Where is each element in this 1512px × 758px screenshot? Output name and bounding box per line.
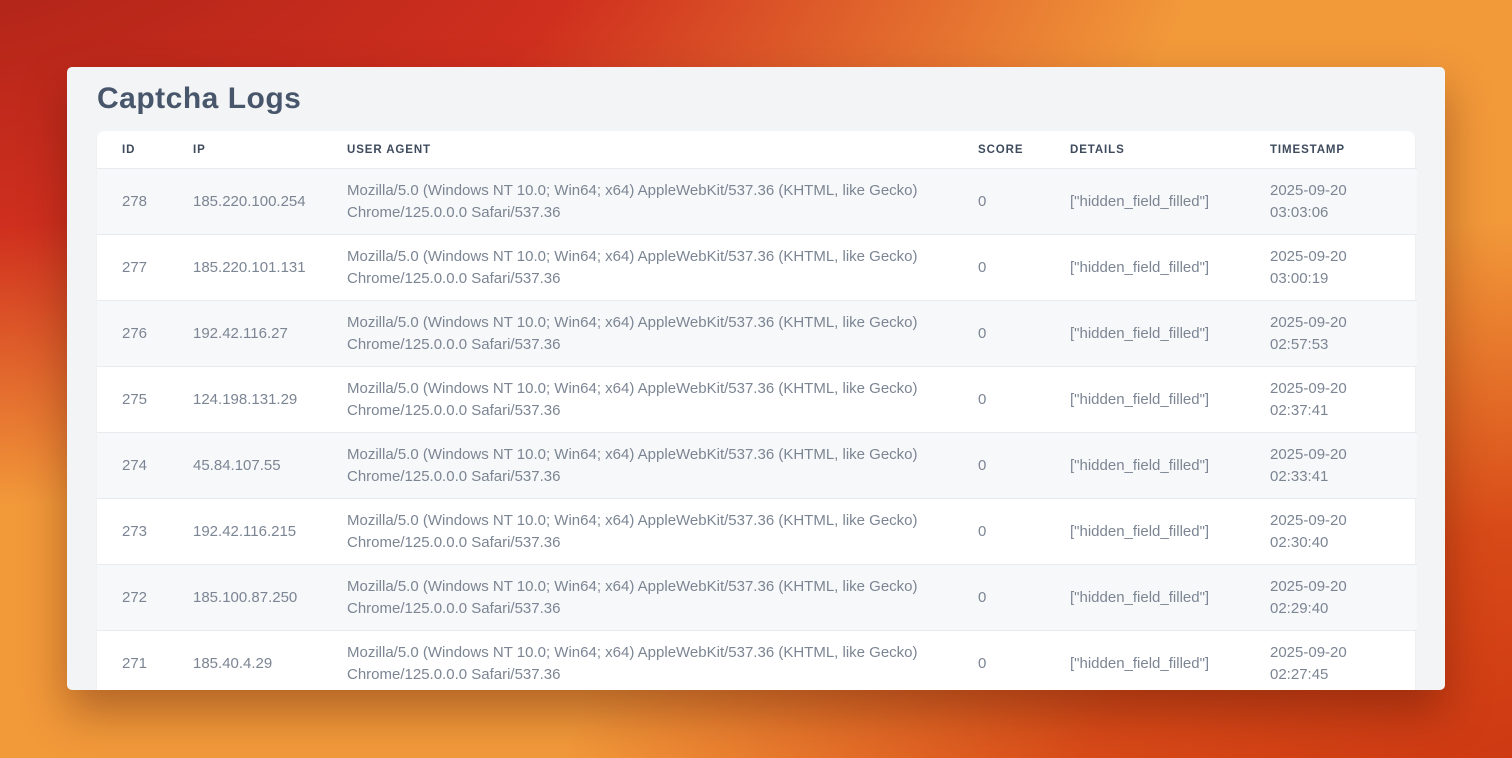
cell-details: ["hidden_field_filled"]	[1070, 499, 1270, 565]
cell-id: 272	[97, 565, 193, 631]
cell-ip: 45.84.107.55	[193, 433, 347, 499]
cell-details: ["hidden_field_filled"]	[1070, 301, 1270, 367]
table-row: 275 124.198.131.29 Mozilla/5.0 (Windows …	[97, 367, 1417, 433]
cell-id: 273	[97, 499, 193, 565]
cell-ip: 185.100.87.250	[193, 565, 347, 631]
cell-timestamp: 2025-09-20 03:03:06	[1270, 169, 1417, 235]
table-row: 278 185.220.100.254 Mozilla/5.0 (Windows…	[97, 169, 1417, 235]
table-row: 277 185.220.101.131 Mozilla/5.0 (Windows…	[97, 235, 1417, 301]
cell-user-agent: Mozilla/5.0 (Windows NT 10.0; Win64; x64…	[347, 499, 978, 565]
cell-details: ["hidden_field_filled"]	[1070, 169, 1270, 235]
cell-id: 276	[97, 301, 193, 367]
cell-score: 0	[978, 367, 1070, 433]
cell-timestamp: 2025-09-20 02:57:53	[1270, 301, 1417, 367]
cell-timestamp: 2025-09-20 02:33:41	[1270, 433, 1417, 499]
table-row: 271 185.40.4.29 Mozilla/5.0 (Windows NT …	[97, 631, 1417, 691]
cell-user-agent: Mozilla/5.0 (Windows NT 10.0; Win64; x64…	[347, 433, 978, 499]
cell-id: 278	[97, 169, 193, 235]
cell-user-agent: Mozilla/5.0 (Windows NT 10.0; Win64; x64…	[347, 301, 978, 367]
cell-ip: 185.220.101.131	[193, 235, 347, 301]
table-header: ID IP USER AGENT SCORE DETAILS TIMESTAMP	[97, 131, 1417, 169]
cell-user-agent: Mozilla/5.0 (Windows NT 10.0; Win64; x64…	[347, 367, 978, 433]
cell-id: 274	[97, 433, 193, 499]
column-header-details: DETAILS	[1070, 131, 1270, 169]
column-header-id: ID	[97, 131, 193, 169]
cell-details: ["hidden_field_filled"]	[1070, 367, 1270, 433]
cell-id: 275	[97, 367, 193, 433]
cell-ip: 192.42.116.215	[193, 499, 347, 565]
cell-timestamp: 2025-09-20 02:37:41	[1270, 367, 1417, 433]
cell-timestamp: 2025-09-20 02:30:40	[1270, 499, 1417, 565]
logs-table: ID IP USER AGENT SCORE DETAILS TIMESTAMP…	[97, 131, 1417, 690]
cell-score: 0	[978, 565, 1070, 631]
table-row: 274 45.84.107.55 Mozilla/5.0 (Windows NT…	[97, 433, 1417, 499]
column-header-ip: IP	[193, 131, 347, 169]
cell-score: 0	[978, 235, 1070, 301]
cell-score: 0	[978, 631, 1070, 691]
cell-timestamp: 2025-09-20 02:29:40	[1270, 565, 1417, 631]
cell-score: 0	[978, 433, 1070, 499]
captcha-logs-card: Captcha Logs ID IP USER AGENT SCORE DETA…	[67, 67, 1445, 690]
cell-user-agent: Mozilla/5.0 (Windows NT 10.0; Win64; x64…	[347, 235, 978, 301]
column-header-score: SCORE	[978, 131, 1070, 169]
cell-timestamp: 2025-09-20 03:00:19	[1270, 235, 1417, 301]
cell-details: ["hidden_field_filled"]	[1070, 433, 1270, 499]
cell-ip: 185.40.4.29	[193, 631, 347, 691]
page-title: Captcha Logs	[97, 81, 1415, 117]
table-row: 273 192.42.116.215 Mozilla/5.0 (Windows …	[97, 499, 1417, 565]
column-header-timestamp: TIMESTAMP	[1270, 131, 1417, 169]
cell-user-agent: Mozilla/5.0 (Windows NT 10.0; Win64; x64…	[347, 169, 978, 235]
cell-ip: 192.42.116.27	[193, 301, 347, 367]
cell-user-agent: Mozilla/5.0 (Windows NT 10.0; Win64; x64…	[347, 631, 978, 691]
table-body: 278 185.220.100.254 Mozilla/5.0 (Windows…	[97, 169, 1417, 691]
cell-details: ["hidden_field_filled"]	[1070, 565, 1270, 631]
logs-table-container: ID IP USER AGENT SCORE DETAILS TIMESTAMP…	[97, 131, 1415, 690]
cell-score: 0	[978, 301, 1070, 367]
cell-details: ["hidden_field_filled"]	[1070, 631, 1270, 691]
table-header-row: ID IP USER AGENT SCORE DETAILS TIMESTAMP	[97, 131, 1417, 169]
cell-ip: 185.220.100.254	[193, 169, 347, 235]
cell-score: 0	[978, 169, 1070, 235]
table-row: 276 192.42.116.27 Mozilla/5.0 (Windows N…	[97, 301, 1417, 367]
cell-id: 271	[97, 631, 193, 691]
cell-details: ["hidden_field_filled"]	[1070, 235, 1270, 301]
column-header-user-agent: USER AGENT	[347, 131, 978, 169]
cell-score: 0	[978, 499, 1070, 565]
table-row: 272 185.100.87.250 Mozilla/5.0 (Windows …	[97, 565, 1417, 631]
cell-timestamp: 2025-09-20 02:27:45	[1270, 631, 1417, 691]
cell-ip: 124.198.131.29	[193, 367, 347, 433]
cell-id: 277	[97, 235, 193, 301]
cell-user-agent: Mozilla/5.0 (Windows NT 10.0; Win64; x64…	[347, 565, 978, 631]
